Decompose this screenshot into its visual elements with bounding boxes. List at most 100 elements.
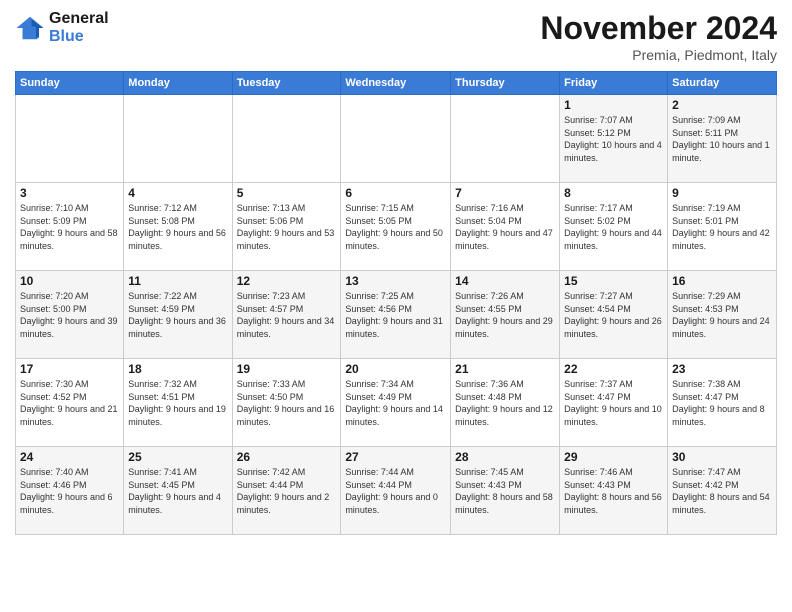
calendar-header-row: SundayMondayTuesdayWednesdayThursdayFrid… — [16, 72, 777, 95]
day-number: 24 — [20, 450, 119, 464]
calendar-cell: 16 Sunrise: 7:29 AM Sunset: 4:53 PM Dayli… — [668, 271, 777, 359]
header: General Blue November 2024 Premia, Piedm… — [15, 10, 777, 63]
page: General Blue November 2024 Premia, Piedm… — [0, 0, 792, 612]
day-detail: Sunrise: 7:27 AM Sunset: 4:54 PM Dayligh… — [564, 290, 663, 340]
day-number: 21 — [455, 362, 555, 376]
day-number: 3 — [20, 186, 119, 200]
day-number: 7 — [455, 186, 555, 200]
day-number: 4 — [128, 186, 227, 200]
day-detail: Sunrise: 7:42 AM Sunset: 4:44 PM Dayligh… — [237, 466, 337, 516]
calendar-cell: 22Sunrise: 7:37 AM Sunset: 4:47 PM Dayli… — [560, 359, 668, 447]
calendar-cell: 23 Sunrise: 7:38 AM Sunset: 4:47 PM Dayli… — [668, 359, 777, 447]
day-number: 2 — [672, 98, 772, 112]
day-number: 14 — [455, 274, 555, 288]
day-number: 23 — [672, 362, 772, 376]
day-detail: Sunrise: 7:16 AM Sunset: 5:04 PM Dayligh… — [455, 202, 555, 252]
day-detail: Sunrise: 7:34 AM Sunset: 4:49 PM Dayligh… — [345, 378, 446, 428]
day-detail: Sunrise: 7:19 AM Sunset: 5:01 PM Dayligh… — [672, 202, 772, 252]
calendar-body: 1 Sunrise: 7:07 AM Sunset: 5:12 PM Daylig… — [16, 95, 777, 535]
day-detail: Sunrise: 7:47 AM Sunset: 4:42 PM Dayligh… — [672, 466, 772, 516]
day-number: 27 — [345, 450, 446, 464]
day-detail: Sunrise: 7:12 AM Sunset: 5:08 PM Dayligh… — [128, 202, 227, 252]
calendar-table: SundayMondayTuesdayWednesdayThursdayFrid… — [15, 71, 777, 535]
day-number: 19 — [237, 362, 337, 376]
day-detail: Sunrise: 7:17 AM Sunset: 5:02 PM Dayligh… — [564, 202, 663, 252]
calendar-cell: 30 Sunrise: 7:47 AM Sunset: 4:42 PM Dayli… — [668, 447, 777, 535]
day-detail: Sunrise: 7:09 AM Sunset: 5:11 PM Dayligh… — [672, 114, 772, 164]
calendar-cell: 25 Sunrise: 7:41 AM Sunset: 4:45 PM Dayli… — [124, 447, 232, 535]
calendar-cell: 8 Sunrise: 7:17 AM Sunset: 5:02 PM Daylig… — [560, 183, 668, 271]
calendar-cell — [451, 95, 560, 183]
calendar-cell — [16, 95, 124, 183]
calendar-cell: 7 Sunrise: 7:16 AM Sunset: 5:04 PM Daylig… — [451, 183, 560, 271]
calendar-week-2: 3Sunrise: 7:10 AM Sunset: 5:09 PM Daylig… — [16, 183, 777, 271]
calendar-cell — [232, 95, 341, 183]
month-title: November 2024 — [540, 10, 777, 47]
day-detail: Sunrise: 7:37 AM Sunset: 4:47 PM Dayligh… — [564, 378, 663, 428]
day-number: 12 — [237, 274, 337, 288]
day-number: 25 — [128, 450, 227, 464]
day-detail: Sunrise: 7:38 AM Sunset: 4:47 PM Dayligh… — [672, 378, 772, 428]
weekday-header-friday: Friday — [560, 72, 668, 95]
calendar-cell: 13 Sunrise: 7:25 AM Sunset: 4:56 PM Dayli… — [341, 271, 451, 359]
title-section: November 2024 Premia, Piedmont, Italy — [540, 10, 777, 63]
calendar-cell: 6Sunrise: 7:15 AM Sunset: 5:05 PM Daylig… — [341, 183, 451, 271]
logo-icon — [15, 13, 45, 43]
day-detail: Sunrise: 7:29 AM Sunset: 4:53 PM Dayligh… — [672, 290, 772, 340]
day-detail: Sunrise: 7:45 AM Sunset: 4:43 PM Dayligh… — [455, 466, 555, 516]
day-number: 16 — [672, 274, 772, 288]
calendar-week-4: 17 Sunrise: 7:30 AM Sunset: 4:52 PM Dayli… — [16, 359, 777, 447]
calendar-cell: 9 Sunrise: 7:19 AM Sunset: 5:01 PM Daylig… — [668, 183, 777, 271]
day-detail: Sunrise: 7:36 AM Sunset: 4:48 PM Dayligh… — [455, 378, 555, 428]
calendar-cell: 17 Sunrise: 7:30 AM Sunset: 4:52 PM Dayli… — [16, 359, 124, 447]
day-detail: Sunrise: 7:30 AM Sunset: 4:52 PM Dayligh… — [20, 378, 119, 428]
weekday-header-saturday: Saturday — [668, 72, 777, 95]
day-detail: Sunrise: 7:23 AM Sunset: 4:57 PM Dayligh… — [237, 290, 337, 340]
day-number: 15 — [564, 274, 663, 288]
day-number: 8 — [564, 186, 663, 200]
day-detail: Sunrise: 7:25 AM Sunset: 4:56 PM Dayligh… — [345, 290, 446, 340]
weekday-header-wednesday: Wednesday — [341, 72, 451, 95]
day-number: 1 — [564, 98, 663, 112]
logo-text: General Blue — [49, 10, 109, 46]
day-detail: Sunrise: 7:41 AM Sunset: 4:45 PM Dayligh… — [128, 466, 227, 516]
day-number: 11 — [128, 274, 227, 288]
calendar-cell: 14 Sunrise: 7:26 AM Sunset: 4:55 PM Dayli… — [451, 271, 560, 359]
day-detail: Sunrise: 7:26 AM Sunset: 4:55 PM Dayligh… — [455, 290, 555, 340]
calendar-cell — [124, 95, 232, 183]
day-number: 5 — [237, 186, 337, 200]
weekday-header-sunday: Sunday — [16, 72, 124, 95]
day-detail: Sunrise: 7:44 AM Sunset: 4:44 PM Dayligh… — [345, 466, 446, 516]
calendar-cell: 27 Sunrise: 7:44 AM Sunset: 4:44 PM Dayli… — [341, 447, 451, 535]
calendar-cell — [341, 95, 451, 183]
day-detail: Sunrise: 7:22 AM Sunset: 4:59 PM Dayligh… — [128, 290, 227, 340]
day-number: 18 — [128, 362, 227, 376]
day-number: 28 — [455, 450, 555, 464]
day-number: 10 — [20, 274, 119, 288]
calendar-week-5: 24 Sunrise: 7:40 AM Sunset: 4:46 PM Dayli… — [16, 447, 777, 535]
calendar-cell: 19 Sunrise: 7:33 AM Sunset: 4:50 PM Dayli… — [232, 359, 341, 447]
day-number: 20 — [345, 362, 446, 376]
day-detail: Sunrise: 7:46 AM Sunset: 4:43 PM Dayligh… — [564, 466, 663, 516]
weekday-header-monday: Monday — [124, 72, 232, 95]
day-detail: Sunrise: 7:40 AM Sunset: 4:46 PM Dayligh… — [20, 466, 119, 516]
calendar-cell: 21 Sunrise: 7:36 AM Sunset: 4:48 PM Dayli… — [451, 359, 560, 447]
day-number: 26 — [237, 450, 337, 464]
calendar-cell: 15 Sunrise: 7:27 AM Sunset: 4:54 PM Dayli… — [560, 271, 668, 359]
day-number: 9 — [672, 186, 772, 200]
day-detail: Sunrise: 7:07 AM Sunset: 5:12 PM Dayligh… — [564, 114, 663, 164]
location-subtitle: Premia, Piedmont, Italy — [540, 47, 777, 63]
day-detail: Sunrise: 7:32 AM Sunset: 4:51 PM Dayligh… — [128, 378, 227, 428]
calendar-cell: 18 Sunrise: 7:32 AM Sunset: 4:51 PM Dayli… — [124, 359, 232, 447]
calendar-cell: 5Sunrise: 7:13 AM Sunset: 5:06 PM Daylig… — [232, 183, 341, 271]
weekday-header-tuesday: Tuesday — [232, 72, 341, 95]
day-detail: Sunrise: 7:33 AM Sunset: 4:50 PM Dayligh… — [237, 378, 337, 428]
day-number: 30 — [672, 450, 772, 464]
day-number: 17 — [20, 362, 119, 376]
calendar-cell: 26 Sunrise: 7:42 AM Sunset: 4:44 PM Dayli… — [232, 447, 341, 535]
day-number: 6 — [345, 186, 446, 200]
logo: General Blue — [15, 10, 109, 46]
day-number: 13 — [345, 274, 446, 288]
calendar-week-1: 1 Sunrise: 7:07 AM Sunset: 5:12 PM Daylig… — [16, 95, 777, 183]
calendar-cell: 2 Sunrise: 7:09 AM Sunset: 5:11 PM Daylig… — [668, 95, 777, 183]
